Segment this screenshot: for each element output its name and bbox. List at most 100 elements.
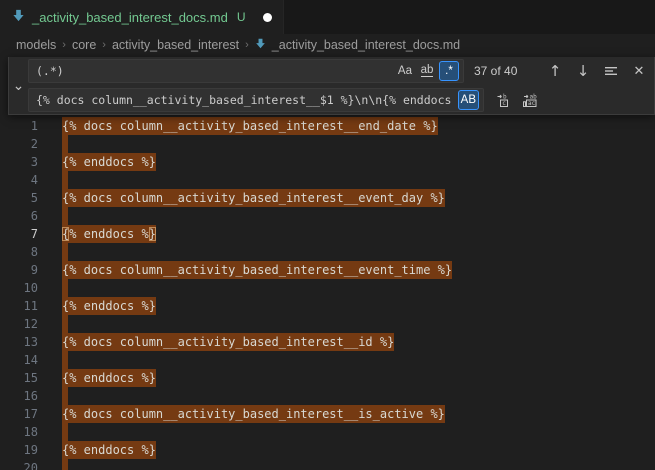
code-line[interactable]: 5{% docs column__activity_based_interest…: [0, 189, 655, 207]
line-number[interactable]: 15: [0, 369, 38, 387]
line-text[interactable]: [38, 171, 655, 189]
line-text[interactable]: [38, 279, 655, 297]
line-number[interactable]: 9: [0, 261, 38, 279]
line-number[interactable]: 2: [0, 135, 38, 153]
line-text[interactable]: {% enddocs %}: [38, 153, 655, 171]
line-number[interactable]: 16: [0, 387, 38, 405]
code-line[interactable]: 8: [0, 243, 655, 261]
breadcrumb-item-core[interactable]: core: [72, 38, 96, 52]
line-number[interactable]: 8: [0, 243, 38, 261]
line-text[interactable]: [38, 315, 655, 333]
find-input[interactable]: (.*) Aa ab .*: [28, 59, 464, 83]
code-line[interactable]: 1{% docs column__activity_based_interest…: [0, 117, 655, 135]
line-number[interactable]: 1: [0, 117, 38, 135]
line-number[interactable]: 5: [0, 189, 38, 207]
line-text[interactable]: [38, 135, 655, 153]
line-number[interactable]: 14: [0, 351, 38, 369]
line-text[interactable]: {% enddocs %}: [38, 369, 655, 387]
code-line[interactable]: 11{% enddocs %}: [0, 297, 655, 315]
line-number[interactable]: 6: [0, 207, 38, 225]
line-text[interactable]: [38, 459, 655, 470]
code-line[interactable]: 13 {% docs column__activity_based_interes…: [0, 333, 655, 351]
line-text[interactable]: [38, 207, 655, 225]
code-line[interactable]: 19{% enddocs %}: [0, 441, 655, 459]
match-count: 37 of 40: [474, 64, 538, 78]
code-line[interactable]: 3{% enddocs %}: [0, 153, 655, 171]
line-number[interactable]: 7: [0, 225, 38, 243]
code-line[interactable]: 4: [0, 171, 655, 189]
line-text[interactable]: [38, 243, 655, 261]
code-line[interactable]: 9{% docs column__activity_based_interest…: [0, 261, 655, 279]
code-line[interactable]: 14: [0, 351, 655, 369]
line-text[interactable]: {% enddocs %}: [38, 441, 655, 459]
find-match-highlight-empty: [62, 171, 68, 189]
preserve-case-label: AB: [461, 94, 476, 106]
breadcrumb-separator: ›: [102, 39, 106, 51]
line-number[interactable]: 10: [0, 279, 38, 297]
line-text[interactable]: {% docs column__activity_based_interest_…: [38, 261, 655, 279]
find-match-highlight-empty: [62, 135, 68, 153]
find-match-highlight: {% enddocs %}: [62, 225, 156, 243]
line-text[interactable]: {% enddocs %}: [38, 225, 655, 243]
line-number[interactable]: 11: [0, 297, 38, 315]
line-text[interactable]: {% docs column__activity_based_interest_…: [38, 117, 655, 135]
preserve-case-toggle[interactable]: AB: [458, 90, 479, 110]
replace-input-value[interactable]: {% docs column__activity_based_interest_…: [36, 93, 456, 107]
code-line[interactable]: 16: [0, 387, 655, 405]
find-match-highlight: {% enddocs %}: [62, 369, 156, 387]
tab-filename: _activity_based_interest_docs.md: [32, 10, 228, 25]
close-find-widget-button[interactable]: ✕: [628, 60, 650, 82]
replace-row: {% docs column__activity_based_interest_…: [28, 88, 650, 112]
svg-text:c: c: [502, 100, 506, 107]
code-line[interactable]: 15 {% enddocs %}: [0, 369, 655, 387]
find-match-highlight-empty: [62, 243, 68, 261]
code-line[interactable]: 20: [0, 459, 655, 470]
replace-all-button[interactable]: ab ac: [518, 89, 540, 111]
breadcrumb-item-file[interactable]: _activity_based_interest_docs.md: [272, 38, 460, 52]
line-text[interactable]: {% docs column__activity_based_interest_…: [38, 405, 655, 423]
line-number[interactable]: 18: [0, 423, 38, 441]
line-number[interactable]: 4: [0, 171, 38, 189]
replace-input[interactable]: {% docs column__activity_based_interest_…: [28, 88, 484, 112]
code-line[interactable]: 7 {% enddocs %}: [0, 225, 655, 243]
toggle-replace-chevron[interactable]: ⌄: [9, 57, 28, 114]
regex-toggle[interactable]: .*: [439, 61, 459, 81]
find-match-highlight-empty: [62, 351, 68, 369]
code-line[interactable]: 2: [0, 135, 655, 153]
code-line[interactable]: 17{% docs column__activity_based_interes…: [0, 405, 655, 423]
find-in-selection-button[interactable]: [600, 60, 622, 82]
breadcrumb-item-activity-based-interest[interactable]: activity_based_interest: [112, 38, 239, 52]
find-match-highlight-empty: [62, 459, 68, 470]
code-line[interactable]: 6: [0, 207, 655, 225]
line-number[interactable]: 20: [0, 459, 38, 470]
unsaved-changes-dot[interactable]: [263, 13, 272, 22]
markdown-file-icon: [255, 38, 266, 52]
line-number[interactable]: 19: [0, 441, 38, 459]
line-text[interactable]: [38, 351, 655, 369]
line-text[interactable]: {% docs column__activity_based_interest_…: [38, 189, 655, 207]
find-match-highlight: {% docs column__activity_based_interest_…: [62, 333, 394, 351]
line-text[interactable]: {% docs column__activity_based_interest_…: [38, 333, 655, 351]
match-case-toggle[interactable]: Aa: [395, 61, 415, 81]
line-number[interactable]: 3: [0, 153, 38, 171]
next-match-button[interactable]: ↓: [572, 60, 594, 82]
bracket-match-close: }: [149, 227, 156, 241]
find-input-value[interactable]: (.*): [36, 64, 393, 78]
tab-active-file[interactable]: _activity_based_interest_docs.md U: [0, 0, 284, 34]
line-text[interactable]: [38, 423, 655, 441]
line-number[interactable]: 12: [0, 315, 38, 333]
replace-icon: b c: [493, 92, 509, 108]
line-text[interactable]: [38, 387, 655, 405]
previous-match-button[interactable]: ↑: [544, 60, 566, 82]
code-lines: 1{% docs column__activity_based_interest…: [0, 117, 655, 470]
find-match-highlight-empty: [62, 315, 68, 333]
line-number[interactable]: 17: [0, 405, 38, 423]
line-number[interactable]: 13: [0, 333, 38, 351]
code-line[interactable]: 10: [0, 279, 655, 297]
code-line[interactable]: 12: [0, 315, 655, 333]
line-text[interactable]: {% enddocs %}: [38, 297, 655, 315]
replace-button[interactable]: b c: [490, 89, 512, 111]
code-line[interactable]: 18: [0, 423, 655, 441]
breadcrumb-item-models[interactable]: models: [16, 38, 56, 52]
whole-word-toggle[interactable]: ab: [417, 61, 437, 81]
